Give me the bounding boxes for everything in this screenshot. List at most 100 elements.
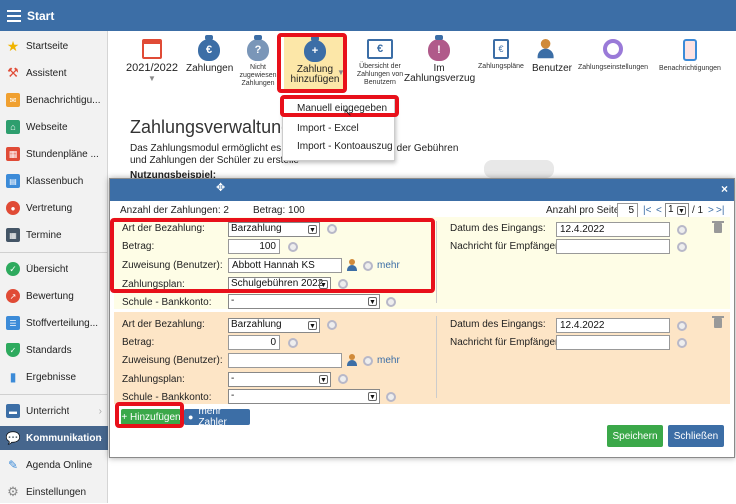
bankkonto-select[interactable]: - ▼	[228, 294, 380, 309]
sidebar-item-label: Assistent	[26, 67, 67, 79]
uebersicht-label-2: Zahlungen von	[356, 71, 404, 78]
money-bag-question-icon: ?	[247, 35, 269, 61]
nachricht-input[interactable]	[556, 239, 670, 254]
zahlungen-button[interactable]: € Zahlungen	[186, 35, 234, 74]
sidebar-item-label: Übersicht	[26, 263, 69, 275]
highlight-add-button	[115, 402, 184, 428]
payments-toolbar: 2021/2022 ▼ € Zahlungen ? Nicht zugewies…	[108, 31, 736, 99]
settings-gear-icon[interactable]	[677, 338, 687, 348]
payment-count: Anzahl der Zahlungen: 2	[120, 205, 229, 216]
settings-gear-icon[interactable]	[338, 374, 348, 384]
sidebar-item-webseite[interactable]: ⌂ Webseite	[0, 115, 108, 139]
per-page-input[interactable]: 5	[617, 203, 638, 218]
sidebar-item-vertretung[interactable]: ● Vertretung	[0, 196, 108, 220]
zahlungsverzug-button[interactable]: ! Im Zahlungsverzug	[404, 35, 475, 84]
gear-icon	[603, 39, 623, 59]
benachrichtigungen-button[interactable]: Benachrichtigungen	[654, 39, 726, 73]
phone-notification-icon	[683, 39, 697, 61]
more-payers-button[interactable]: ● mehr Zahler	[184, 406, 250, 428]
page-last-button[interactable]: >|	[716, 205, 724, 216]
sidebar-item-label: Webseite	[26, 121, 68, 133]
sidebar-item-unterricht[interactable]: ▬ Unterricht ›	[0, 399, 108, 423]
zahlungsplan-select[interactable]: - ▼	[228, 372, 331, 387]
chevron-down-icon: ▼	[319, 375, 328, 384]
dialog-header[interactable]: ✥ ×	[110, 179, 734, 201]
sidebar-item-uebersicht[interactable]: ✓ Übersicht	[0, 257, 108, 281]
user-picker-icon[interactable]	[346, 354, 358, 366]
settings-gear-icon[interactable]	[327, 320, 337, 330]
sidebar-item-ergebnisse[interactable]: ▮ Ergebnisse	[0, 365, 108, 389]
settings-gear-icon[interactable]	[677, 321, 687, 331]
user-icon	[536, 39, 568, 74]
settings-gear-icon[interactable]	[386, 297, 396, 307]
datum-input[interactable]: 12.4.2022	[556, 222, 670, 237]
page-next-button[interactable]: >	[708, 205, 714, 216]
zuweisung-input[interactable]	[228, 353, 342, 368]
bar-chart-icon: ▮	[9, 370, 17, 384]
settings-gear-icon[interactable]	[386, 392, 396, 402]
uebersicht-label-3: Benutzern	[364, 79, 396, 86]
sidebar-divider	[0, 252, 108, 253]
zahlungseinstellungen-button[interactable]: Zahlungseinstellungen	[578, 39, 648, 72]
sidebar-item-stoffverteilung[interactable]: ☰ Stoffverteilung...	[0, 311, 108, 335]
betrag-input[interactable]: 0	[228, 335, 280, 350]
zahlungen-label: Zahlungen	[186, 63, 234, 74]
mehr-link[interactable]: mehr	[377, 355, 400, 366]
menu-item-import-kontoauszug[interactable]: Import - Kontoauszug	[297, 141, 393, 152]
chat-icon: 💬	[5, 431, 21, 445]
save-button[interactable]: Speichern	[607, 425, 663, 447]
trash-icon[interactable]	[712, 221, 724, 233]
hamburger-menu-icon[interactable]	[7, 9, 21, 22]
nachricht-input[interactable]	[556, 335, 670, 350]
sidebar-item-standards[interactable]: ✓ Standards	[0, 338, 108, 362]
move-handle-icon[interactable]: ✥	[216, 181, 225, 194]
calendar-icon: ▦	[6, 228, 20, 242]
close-button[interactable]: Schließen	[668, 425, 724, 447]
sidebar-item-stundenplaene[interactable]: ▦ Stundenpläne ...	[0, 142, 108, 166]
close-icon[interactable]: ×	[721, 182, 728, 196]
datum-label: Datum des Eingangs:	[450, 223, 546, 234]
sidebar-item-label: Vertretung	[26, 202, 73, 214]
folder-icon: ▬	[6, 404, 20, 418]
school-year-selector[interactable]: 2021/2022 ▼	[122, 39, 182, 84]
datum-input[interactable]: 12.4.2022	[556, 318, 670, 333]
trash-icon[interactable]	[712, 316, 724, 328]
sidebar-item-label: Klassenbuch	[26, 175, 84, 187]
bankkonto-select[interactable]: - ▼	[228, 389, 380, 404]
page-title: Zahlungsverwaltung	[130, 117, 292, 137]
chart-icon: ↗	[6, 289, 20, 303]
nicht-zugewiesen-button[interactable]: ? Nicht zugewiesen Zahlungen	[236, 35, 280, 88]
sidebar-item-kommunikation[interactable]: 💬 Kommunikation ›	[0, 426, 108, 450]
sidebar-item-einstellungen[interactable]: ⚙ Einstellungen	[0, 480, 108, 504]
benutzer-button[interactable]: Benutzer	[530, 39, 574, 74]
art-value: Barzahlung	[231, 319, 282, 330]
page-first-button[interactable]: |<	[643, 205, 651, 216]
sidebar-item-label: Standards	[26, 344, 72, 356]
payment-total: Betrag: 100	[253, 205, 305, 216]
menu-item-import-excel[interactable]: Import - Excel	[297, 123, 359, 134]
chevron-down-icon: ▼	[368, 392, 377, 401]
zahlungsplan-label: Zahlungsplan:	[122, 374, 185, 385]
sidebar-item-agenda-online[interactable]: ✎ Agenda Online	[0, 453, 108, 477]
app-title[interactable]: Start	[27, 9, 54, 23]
sidebar-item-label: Benachrichtigu...	[26, 94, 101, 106]
settings-gear-icon[interactable]	[363, 356, 373, 366]
sidebar-item-assistent[interactable]: ⚒ Assistent	[0, 61, 108, 85]
page-select[interactable]: 1 ▼	[665, 203, 689, 218]
uebersicht-zahlungen-button[interactable]: € Übersicht der Zahlungen von Benutzern	[356, 39, 404, 87]
sidebar-item-startseite[interactable]: ★ Startseite	[0, 34, 108, 58]
ledger-icon: €	[367, 39, 393, 59]
art-select[interactable]: Barzahlung ▼	[228, 318, 320, 333]
sidebar-item-benachrichtigungen[interactable]: ✉ Benachrichtigu...	[0, 88, 108, 112]
settings-gear-icon[interactable]	[288, 338, 298, 348]
chevron-down-icon: ▼	[308, 321, 317, 330]
zahlungsplaene-button[interactable]: € Zahlungspläne	[476, 39, 526, 71]
sidebar-item-termine[interactable]: ▦ Termine	[0, 223, 108, 247]
shield-icon: ✓	[6, 343, 20, 357]
sidebar-item-bewertung[interactable]: ↗ Bewertung	[0, 284, 108, 308]
zuweisung-label: Zuweisung (Benutzer):	[122, 355, 223, 366]
settings-gear-icon[interactable]	[677, 242, 687, 252]
sidebar-item-klassenbuch[interactable]: ▤ Klassenbuch	[0, 169, 108, 193]
page-prev-button[interactable]: <	[656, 205, 662, 216]
settings-gear-icon[interactable]	[677, 225, 687, 235]
